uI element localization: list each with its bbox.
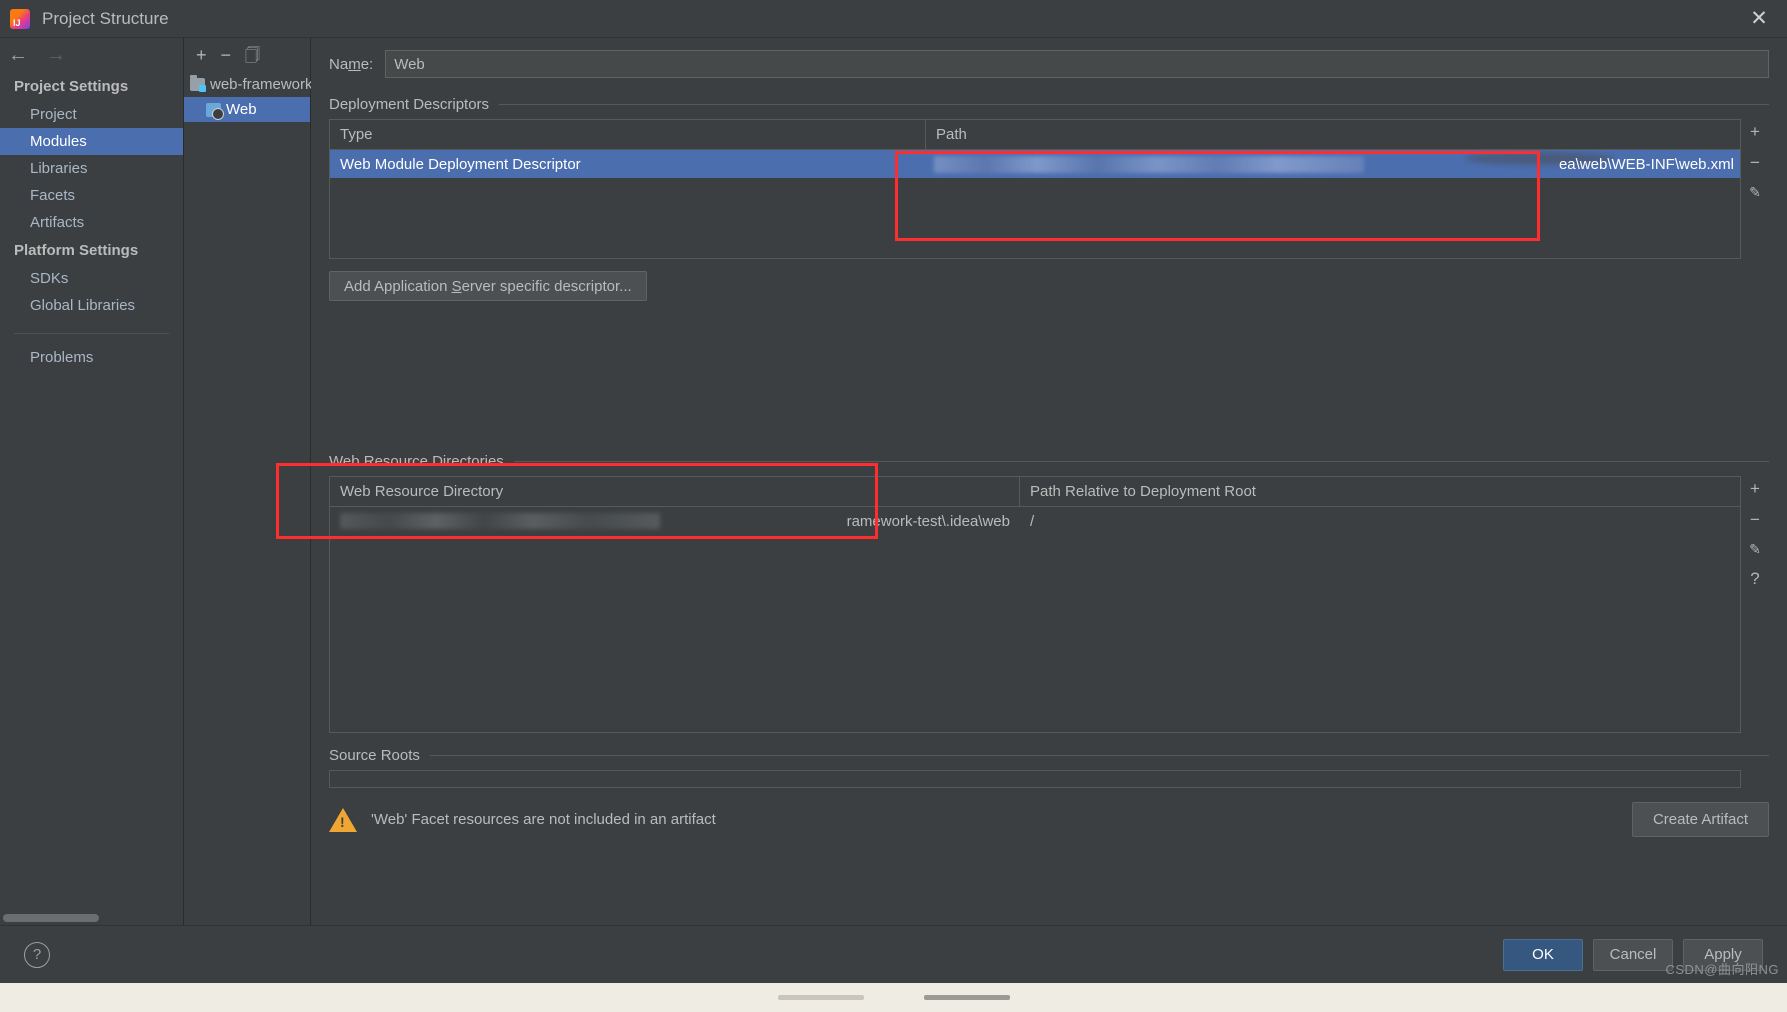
cell-web-resource-directory: ramework-test\.idea\web — [330, 507, 1020, 535]
title-bar: Project Structure ✕ — [0, 0, 1787, 38]
web-resource-directories-tools: + − ✎ ? — [1741, 476, 1769, 733]
copy-icon[interactable]: 🗍 — [245, 48, 260, 63]
web-resource-directories-label: Web Resource Directories — [329, 453, 504, 470]
project-structure-dialog: Project Structure ✕ ← → Project Settings… — [0, 0, 1787, 983]
name-row: Name: — [329, 50, 1769, 78]
module-list-pane: + − 🗍 web-framework- Web — [184, 38, 318, 925]
cell-path-visible-text: ea\web\WEB-INF\web.xml — [1558, 155, 1734, 173]
ok-button[interactable]: OK — [1503, 938, 1583, 971]
source-roots-table — [329, 770, 1741, 788]
artifact-warning-text: 'Web' Facet resources are not included i… — [371, 811, 716, 828]
table-body: Web Module Deployment Descriptor ea\web\… — [330, 150, 1740, 258]
column-header-path[interactable]: Path — [926, 120, 1740, 149]
column-header-web-resource-directory[interactable]: Web Resource Directory — [330, 477, 1020, 506]
sidebar-group-project-settings: Project Settings — [14, 78, 129, 95]
plus-icon[interactable]: + — [196, 46, 207, 64]
sidebar-item-modules[interactable]: Modules — [0, 128, 183, 155]
pencil-icon[interactable]: ✎ — [1749, 542, 1761, 556]
section-rule — [499, 104, 1769, 105]
close-icon[interactable]: ✕ — [1731, 0, 1787, 38]
web-facet-icon — [206, 102, 224, 120]
module-tree-item-label: web-framework- — [210, 76, 318, 93]
arrow-left-icon[interactable]: ← — [8, 45, 28, 65]
sidebar-group-platform-settings: Platform Settings — [14, 242, 139, 259]
facet-settings-panel: Name: Deployment Descriptors Type Path W… — [276, 38, 1787, 925]
taskbar-item[interactable] — [777, 995, 864, 1000]
table-header-row: Web Resource Directory Path Relative to … — [330, 477, 1740, 507]
question-mark-icon[interactable]: ? — [1750, 570, 1759, 587]
sidebar-divider — [14, 333, 169, 334]
sidebar-item-sdks[interactable]: SDKs — [0, 265, 183, 292]
web-resource-directories-title: Web Resource Directories — [329, 453, 1769, 470]
minus-icon[interactable]: − — [221, 46, 232, 64]
pencil-icon[interactable]: ✎ — [1749, 185, 1761, 199]
sidebar-item-problems[interactable]: Problems — [0, 344, 183, 371]
section-rule — [429, 755, 1769, 756]
minus-icon[interactable]: − — [1750, 511, 1760, 528]
module-tree-item-web[interactable]: Web — [184, 97, 310, 122]
sidebar-item-artifacts[interactable]: Artifacts — [0, 209, 183, 236]
add-app-server-descriptor-button[interactable]: Add Application Server specific descript… — [329, 271, 647, 301]
column-header-type[interactable]: Type — [330, 120, 926, 149]
sidebar-item-libraries[interactable]: Libraries — [0, 155, 183, 182]
plus-icon[interactable]: + — [1750, 480, 1760, 497]
module-tree-item-label: Web — [226, 101, 257, 118]
source-roots-title: Source Roots — [329, 747, 1769, 764]
cell-directory-visible-text: ramework-test\.idea\web — [846, 512, 1010, 530]
taskbar — [0, 983, 1787, 1012]
module-toolbar: + − 🗍 — [184, 38, 310, 72]
source-roots-label: Source Roots — [329, 747, 420, 764]
table-header-row: Type Path — [330, 120, 1740, 150]
table-row[interactable]: Web Module Deployment Descriptor ea\web\… — [330, 150, 1740, 178]
redacted-path-blur — [934, 156, 1364, 173]
intellij-idea-logo-icon — [10, 8, 30, 29]
minus-icon[interactable]: − — [1750, 154, 1760, 171]
window-title: Project Structure — [42, 8, 169, 28]
section-rule — [513, 461, 1769, 462]
plus-icon[interactable]: + — [1750, 123, 1760, 140]
question-mark-icon[interactable]: ? — [24, 941, 50, 968]
sidebar-item-facets[interactable]: Facets — [0, 182, 183, 209]
deployment-descriptors-table-wrap: Type Path Web Module Deployment Descript… — [329, 119, 1769, 259]
create-artifact-button[interactable]: Create Artifact — [1631, 802, 1769, 837]
cancel-button[interactable]: Cancel — [1593, 938, 1673, 971]
arrow-right-icon[interactable]: → — [46, 45, 66, 65]
taskbar-item[interactable] — [923, 995, 1010, 1000]
column-header-path-relative[interactable]: Path Relative to Deployment Root — [1020, 477, 1740, 506]
module-tree-item-web-framework[interactable]: web-framework- — [184, 72, 318, 97]
table-row[interactable]: ramework-test\.idea\web / — [330, 507, 1740, 535]
web-resource-directories-table-wrap: Web Resource Directory Path Relative to … — [329, 476, 1769, 733]
cell-path-relative: / — [1030, 512, 1035, 530]
sidebar-nav-arrows: ← → — [0, 38, 183, 72]
deployment-descriptors-label: Deployment Descriptors — [329, 96, 490, 113]
web-resource-directories-table: Web Resource Directory Path Relative to … — [329, 476, 1741, 733]
artifact-warning-bar: 'Web' Facet resources are not included i… — [329, 802, 1769, 845]
warning-triangle-icon — [329, 807, 357, 832]
name-input[interactable] — [385, 50, 1769, 78]
sidebar-horizontal-scrollbar[interactable] — [3, 913, 181, 923]
deployment-descriptors-tools: + − ✎ — [1741, 119, 1769, 259]
sidebar-item-global-libraries[interactable]: Global Libraries — [0, 292, 183, 319]
sidebar-item-project[interactable]: Project — [0, 101, 183, 128]
table-body: ramework-test\.idea\web / — [330, 507, 1740, 732]
deployment-descriptors-table: Type Path Web Module Deployment Descript… — [329, 119, 1741, 259]
name-label: Name: — [329, 55, 374, 73]
watermark: CSDN@曲向阳NG — [1665, 962, 1779, 977]
cell-path: ea\web\WEB-INF\web.xml — [926, 150, 1740, 178]
cell-type: Web Module Deployment Descriptor — [340, 155, 581, 173]
settings-sidebar: ← → Project Settings Project Modules Lib… — [0, 38, 184, 925]
dialog-footer: ? OK Cancel Apply — [0, 925, 1787, 983]
redacted-directory-blur — [340, 513, 660, 529]
module-folder-icon — [190, 75, 206, 92]
deployment-descriptors-title: Deployment Descriptors — [329, 96, 1769, 113]
